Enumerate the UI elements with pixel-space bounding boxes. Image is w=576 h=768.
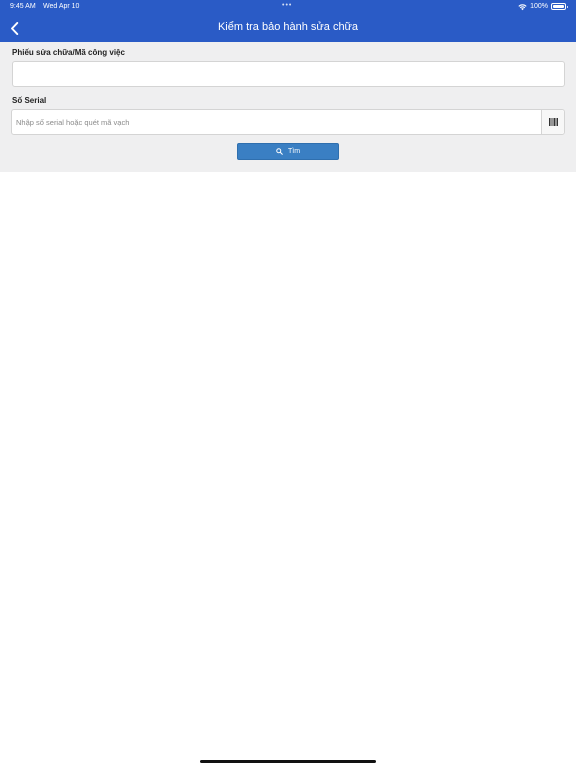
status-time: 9:45 AM: [10, 3, 36, 10]
wifi-icon: [518, 3, 527, 10]
scan-barcode-button[interactable]: [541, 110, 564, 134]
home-indicator[interactable]: [200, 760, 376, 763]
serial-input-group: [11, 109, 565, 135]
search-form-panel: Phiếu sửa chữa/Mã công việc Số Serial Tì…: [0, 42, 576, 172]
navigation-header: 9:45 AM Wed Apr 10 ••• 100% Kiểm tra bảo…: [0, 0, 576, 42]
battery-icon: [551, 3, 568, 10]
serial-field-label: Số Serial: [12, 96, 47, 105]
barcode-icon: [548, 118, 558, 126]
multitasking-dots[interactable]: •••: [282, 2, 292, 9]
search-button[interactable]: Tìm: [237, 143, 339, 160]
status-bar: 9:45 AM Wed Apr 10 ••• 100%: [0, 0, 576, 14]
status-indicators: 100%: [518, 2, 568, 11]
battery-percentage: 100%: [530, 3, 548, 10]
serial-input[interactable]: [12, 110, 541, 134]
ticket-field-label: Phiếu sửa chữa/Mã công việc: [12, 48, 125, 57]
search-icon: [276, 148, 283, 155]
status-date: Wed Apr 10: [43, 3, 80, 10]
search-button-label: Tìm: [287, 148, 301, 155]
page-title: Kiểm tra bảo hành sửa chữa: [217, 21, 359, 33]
ticket-input[interactable]: [12, 61, 565, 87]
